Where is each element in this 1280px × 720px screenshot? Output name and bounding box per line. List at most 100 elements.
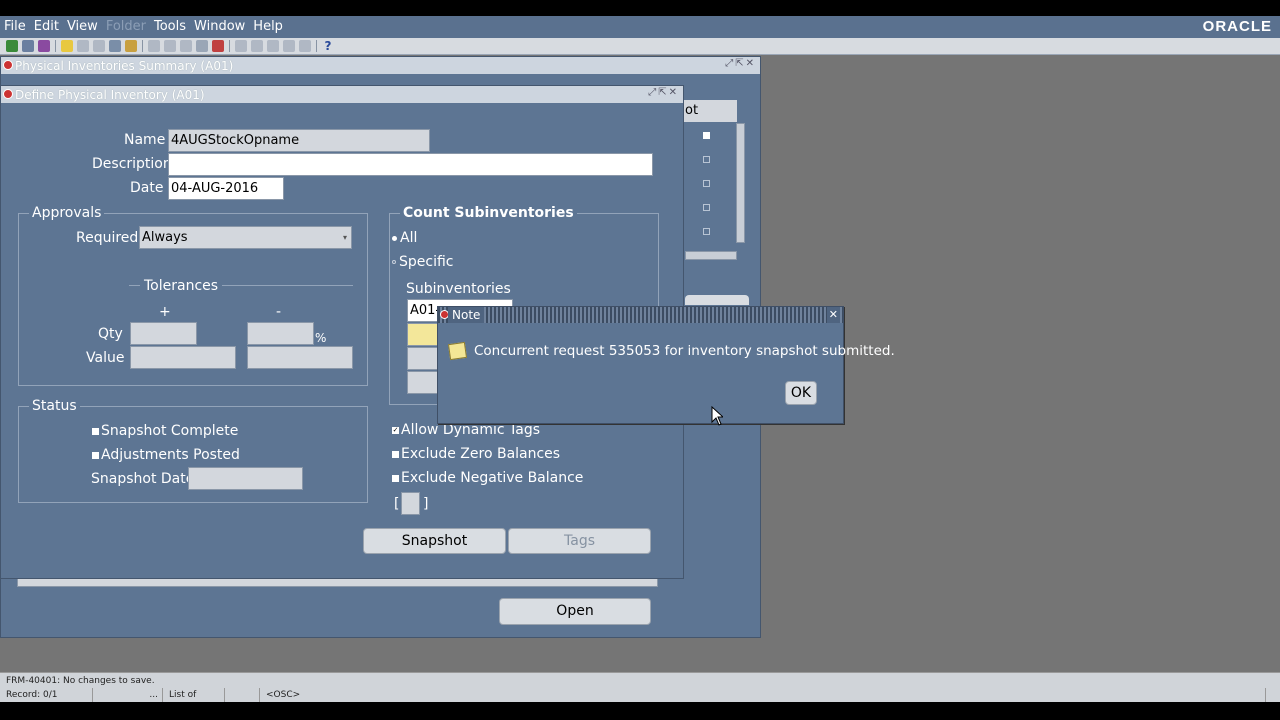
window-help-icon[interactable] xyxy=(299,40,311,52)
value-label: Value xyxy=(86,350,125,366)
navigator-icon[interactable] xyxy=(38,40,50,52)
clear-record-icon[interactable] xyxy=(196,40,208,52)
row-checkbox[interactable] xyxy=(703,204,710,211)
qty-plus-field[interactable] xyxy=(130,322,197,345)
name-field[interactable]: 4AUGStockOpname xyxy=(168,129,430,152)
oracle-window-icon xyxy=(3,89,13,99)
row-checkbox[interactable] xyxy=(703,156,710,163)
exclude-negative-balance-label: Exclude Negative Balance xyxy=(401,470,584,486)
required-select[interactable]: Always ▾ xyxy=(139,226,352,249)
toolbar-separator xyxy=(55,40,56,52)
note-dialog-titlebar[interactable]: Note ✕ xyxy=(438,307,843,323)
row-checkbox[interactable] xyxy=(703,228,710,235)
status-empty-cell xyxy=(225,688,260,702)
menu-help[interactable]: Help xyxy=(249,16,287,38)
new-record-icon[interactable] xyxy=(6,40,18,52)
toolbar-separator xyxy=(229,40,230,52)
ok-button[interactable]: OK xyxy=(785,381,817,405)
exclude-zero-balances-label: Exclude Zero Balances xyxy=(401,446,561,462)
find-icon[interactable] xyxy=(22,40,34,52)
status-ellipsis: ... xyxy=(93,688,163,702)
description-field[interactable] xyxy=(168,153,653,176)
menu-file[interactable]: File xyxy=(0,16,30,38)
status-bar: FRM-40401: No changes to save. Record: 0… xyxy=(0,672,1280,714)
descriptive-flexfield[interactable] xyxy=(401,492,420,515)
note-message: Concurrent request 535053 for inventory … xyxy=(474,343,895,359)
translations-icon[interactable] xyxy=(283,40,295,52)
menu-edit[interactable]: Edit xyxy=(30,16,63,38)
vertical-scrollbar[interactable] xyxy=(736,123,745,243)
hidden-button[interactable] xyxy=(685,295,749,305)
status-group: Status Snapshot Complete Adjustments Pos… xyxy=(18,398,368,503)
percent-sign: % xyxy=(315,331,327,345)
checkbox-icon xyxy=(92,427,99,435)
radio-all[interactable]: All xyxy=(392,230,417,246)
delete-record-icon[interactable] xyxy=(212,40,224,52)
allow-dynamic-tags-checkbox[interactable]: ✓ Allow Dynamic Tags xyxy=(392,422,540,438)
row-checkbox[interactable] xyxy=(703,180,710,187)
mouse-cursor-icon xyxy=(711,406,723,426)
subinventory-row-4[interactable] xyxy=(407,371,441,394)
oracle-window-icon xyxy=(3,60,13,70)
subinventory-row-2[interactable] xyxy=(407,323,441,346)
edit-field-icon[interactable] xyxy=(235,40,247,52)
snapshot-date-field[interactable] xyxy=(188,467,303,490)
tags-button[interactable]: Tags xyxy=(508,528,651,554)
save-icon[interactable] xyxy=(77,40,89,52)
attachments-icon[interactable] xyxy=(251,40,263,52)
column-header-snapshot-complete: ot Comp xyxy=(683,100,737,122)
menu-view[interactable]: View xyxy=(63,16,102,38)
radio-specific[interactable]: Specific xyxy=(392,254,454,270)
define-window-title: Define Physical Inventory (A01) xyxy=(15,87,205,102)
toolbar-separator xyxy=(316,40,317,52)
snapshot-button[interactable]: Snapshot xyxy=(363,528,506,554)
menu-tools[interactable]: Tools xyxy=(150,16,190,38)
folder-tools-icon[interactable] xyxy=(267,40,279,52)
horizontal-scrollbar[interactable] xyxy=(685,251,737,260)
date-field[interactable]: 04-AUG-2016 xyxy=(168,177,284,200)
checkbox-icon xyxy=(92,451,99,459)
snapshot-complete-checkbox[interactable]: Snapshot Complete xyxy=(92,423,238,439)
exclude-negative-balance-checkbox[interactable]: Exclude Negative Balance xyxy=(392,470,583,486)
menu-folder[interactable]: Folder xyxy=(102,16,150,38)
paste-icon[interactable] xyxy=(180,40,192,52)
radio-selected-icon xyxy=(392,235,397,241)
print-icon[interactable] xyxy=(93,40,105,52)
checkbox-icon xyxy=(392,474,399,482)
approvals-title: Approvals xyxy=(29,205,105,221)
close-icon[interactable]: ✕ xyxy=(826,307,840,323)
window-controls[interactable]: ⤢⇱✕ xyxy=(648,87,679,98)
exclude-zero-balances-checkbox[interactable]: Exclude Zero Balances xyxy=(392,446,560,462)
name-label: Name xyxy=(124,132,166,148)
adjustments-posted-checkbox[interactable]: Adjustments Posted xyxy=(92,447,240,463)
count-subinventories-title: Count Subinventories xyxy=(400,205,577,221)
list-of-values-indicator: List of Valu... xyxy=(163,688,225,714)
menu-window[interactable]: Window xyxy=(190,16,249,38)
open-folder-icon[interactable] xyxy=(61,40,73,52)
value-plus-field[interactable] xyxy=(130,346,236,369)
copy-icon[interactable] xyxy=(164,40,176,52)
status-message: FRM-40401: No changes to save. xyxy=(6,676,155,686)
close-form-icon[interactable] xyxy=(109,40,121,52)
summary-window-titlebar[interactable]: Physical Inventories Summary (A01) ⤢⇱✕ xyxy=(1,57,760,74)
dropdown-arrow-icon[interactable]: ▾ xyxy=(343,227,347,248)
subinventory-row-3[interactable] xyxy=(407,347,441,370)
checkbox-checked-icon: ✓ xyxy=(392,425,399,434)
toolbar: ? xyxy=(0,38,1280,55)
checkbox-icon xyxy=(392,450,399,458)
window-controls[interactable]: ⤢⇱✕ xyxy=(725,58,756,69)
define-window-titlebar[interactable]: Define Physical Inventory (A01) ⤢⇱✕ xyxy=(1,86,683,103)
summary-window-title: Physical Inventories Summary (A01) xyxy=(15,58,234,73)
zoom-icon[interactable] xyxy=(125,40,137,52)
note-dialog: Note ✕ Concurrent request 535053 for inv… xyxy=(437,306,895,424)
value-minus-field[interactable] xyxy=(247,346,353,369)
note-icon xyxy=(447,341,468,361)
status-title: Status xyxy=(29,398,80,414)
cut-icon[interactable] xyxy=(148,40,160,52)
open-button[interactable]: Open xyxy=(499,598,651,625)
descriptive-flex-bracket-open: [ xyxy=(394,496,400,512)
qty-minus-field[interactable] xyxy=(247,322,314,345)
date-label: Date xyxy=(130,180,164,196)
row-checkbox[interactable] xyxy=(703,132,710,139)
help-icon[interactable]: ? xyxy=(322,40,334,52)
